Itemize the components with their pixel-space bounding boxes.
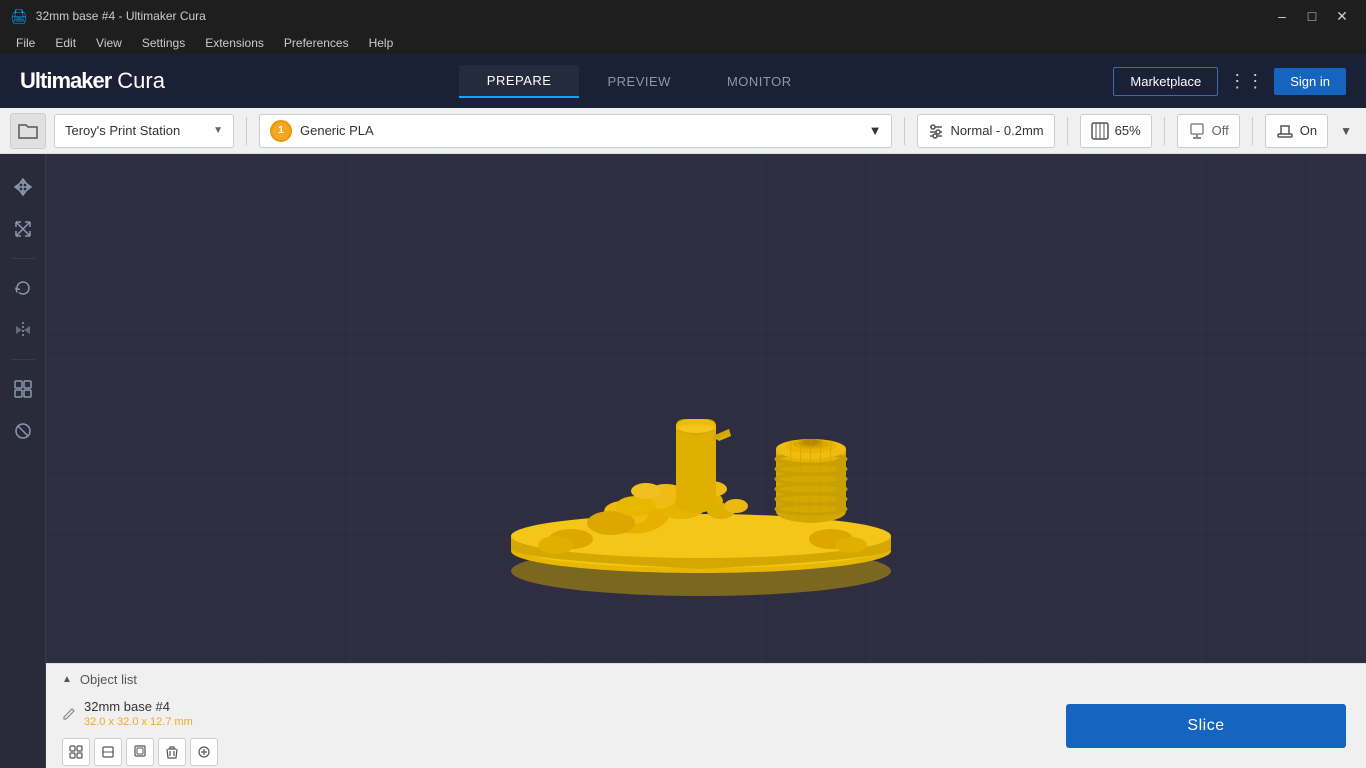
adhesion-icon [1276, 122, 1294, 140]
obj-action-1[interactable] [62, 738, 90, 766]
menu-edit[interactable]: Edit [47, 34, 84, 52]
logo-light: Cura [117, 68, 165, 94]
menu-file[interactable]: File [8, 34, 43, 52]
menu-extensions[interactable]: Extensions [197, 34, 272, 52]
tab-preview[interactable]: PREVIEW [579, 65, 698, 98]
support-blocker-tool[interactable] [6, 414, 40, 448]
infill-button[interactable]: 65% [1080, 114, 1152, 148]
logo-bold: Ultimaker [20, 68, 111, 94]
object-name: 32mm base #4 [84, 699, 193, 714]
scale-tool[interactable] [6, 212, 40, 246]
material-dropdown[interactable]: 1 Generic PLA ▼ [259, 114, 892, 148]
edit-icon[interactable] [62, 707, 76, 721]
grid-icon[interactable]: ⋮⋮ [1228, 71, 1264, 92]
left-sidebar [0, 154, 46, 768]
menu-settings[interactable]: Settings [134, 34, 193, 52]
signin-button[interactable]: Sign in [1274, 68, 1346, 95]
obj-action-5[interactable] [190, 738, 218, 766]
toolbar-separator-4 [1164, 117, 1165, 145]
material-number: 1 [278, 125, 284, 136]
window-title: 32mm base #4 - Ultimaker Cura [36, 9, 206, 23]
adhesion-button[interactable]: On [1265, 114, 1328, 148]
object-list-title: Object list [80, 672, 137, 687]
nav-right: Marketplace ⋮⋮ Sign in [1113, 67, 1346, 96]
move-tool[interactable] [6, 170, 40, 204]
profile-name: Normal - 0.2mm [950, 123, 1043, 138]
obj-action-2[interactable] [94, 738, 122, 766]
maximize-button[interactable]: □ [1298, 5, 1326, 27]
obj-action-3[interactable] [126, 738, 154, 766]
sliders-icon [928, 123, 944, 139]
printer-dropdown[interactable]: Teroy's Print Station ▼ [54, 114, 234, 148]
tab-monitor[interactable]: MONITOR [699, 65, 820, 98]
tool-separator-2 [11, 359, 35, 360]
toolbar-expand-button[interactable]: ▼ [1336, 124, 1356, 138]
material-badge: 1 [270, 120, 292, 142]
menu-bar: File Edit View Settings Extensions Prefe… [0, 32, 1366, 54]
infill-icon [1091, 122, 1109, 140]
per-model-tool[interactable] [6, 372, 40, 406]
mirror-tool[interactable] [6, 313, 40, 347]
toolbar-separator-2 [904, 117, 905, 145]
minimize-button[interactable]: – [1268, 5, 1296, 27]
object-dimensions: 32.0 x 32.0 x 12.7 mm [84, 716, 193, 728]
toolbar-separator-5 [1252, 117, 1253, 145]
menu-preferences[interactable]: Preferences [276, 34, 357, 52]
nav-bar: Ultimaker Cura PREPARE PREVIEW MONITOR M… [0, 54, 1366, 108]
toolbar-separator-1 [246, 117, 247, 145]
tool-separator-1 [11, 258, 35, 259]
title-bar: 🖨 32mm base #4 - Ultimaker Cura – □ ✕ [0, 0, 1366, 32]
menu-help[interactable]: Help [361, 34, 402, 52]
nav-tabs: PREPARE PREVIEW MONITOR [459, 65, 820, 98]
rotate-tool[interactable] [6, 271, 40, 305]
material-name: Generic PLA [300, 123, 374, 138]
slice-button[interactable]: Slice [1066, 704, 1346, 748]
toolbar-bar: Teroy's Print Station ▼ 1 Generic PLA ▼ … [0, 108, 1366, 154]
tab-prepare[interactable]: PREPARE [459, 65, 580, 98]
obj-action-4[interactable] [158, 738, 186, 766]
material-dropdown-arrow: ▼ [869, 123, 882, 138]
printer-dropdown-arrow: ▼ [213, 125, 223, 136]
support-button[interactable]: Off [1177, 114, 1240, 148]
profile-dropdown[interactable]: Normal - 0.2mm [917, 114, 1054, 148]
close-button[interactable]: ✕ [1328, 5, 1356, 27]
infill-percent: 65% [1115, 123, 1141, 138]
adhesion-status: On [1300, 123, 1317, 138]
3d-model [481, 241, 931, 621]
object-list-chevron: ▲ [62, 674, 72, 685]
support-status: Off [1212, 123, 1229, 138]
printer-name: Teroy's Print Station [65, 123, 180, 138]
marketplace-button[interactable]: Marketplace [1113, 67, 1218, 96]
support-icon [1188, 122, 1206, 140]
toolbar-right: Normal - 0.2mm 65% Off [900, 114, 1356, 148]
title-logo: 🖨 [10, 8, 28, 25]
window-controls: – □ ✕ [1268, 5, 1356, 27]
object-list-header[interactable]: ▲ Object list [62, 672, 1350, 687]
menu-view[interactable]: View [88, 34, 130, 52]
toolbar-separator-3 [1067, 117, 1068, 145]
logo: Ultimaker Cura [20, 68, 165, 94]
open-folder-button[interactable] [10, 113, 46, 149]
